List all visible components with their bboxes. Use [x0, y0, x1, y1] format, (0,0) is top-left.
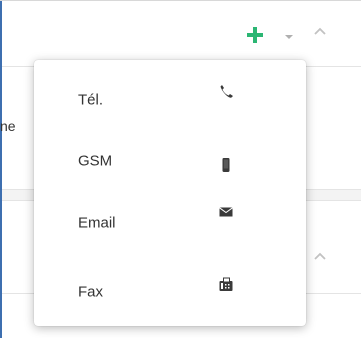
menu-item-label: Email	[78, 214, 116, 232]
fax-icon	[218, 276, 234, 292]
collapse-section-button[interactable]	[312, 249, 328, 261]
mobile-icon	[218, 157, 234, 173]
menu-item-fax[interactable]: Fax	[34, 264, 306, 320]
menu-item-email[interactable]: Email	[34, 195, 306, 251]
phone-icon	[218, 84, 234, 100]
menu-item-gsm[interactable]: GSM	[34, 133, 306, 189]
add-contact-button[interactable]	[238, 16, 272, 54]
add-dropdown-toggle[interactable]	[282, 29, 296, 39]
background-field-label: ne	[0, 118, 16, 134]
chevron-up-icon	[314, 27, 326, 35]
collapse-section-button[interactable]	[312, 24, 328, 36]
panel-top-border	[0, 0, 361, 1]
menu-item-label: Tél.	[78, 91, 104, 109]
panel-left-border	[0, 0, 2, 338]
menu-item-tel[interactable]: Tél.	[34, 72, 306, 128]
chevron-up-icon	[314, 252, 326, 260]
caret-down-icon	[285, 35, 293, 39]
envelope-icon	[218, 204, 234, 220]
menu-item-label: GSM	[78, 152, 113, 170]
plus-icon	[247, 27, 263, 43]
menu-item-label: Fax	[78, 283, 104, 301]
contact-type-dropdown-menu: Tél. GSM Email Fax	[34, 60, 306, 326]
